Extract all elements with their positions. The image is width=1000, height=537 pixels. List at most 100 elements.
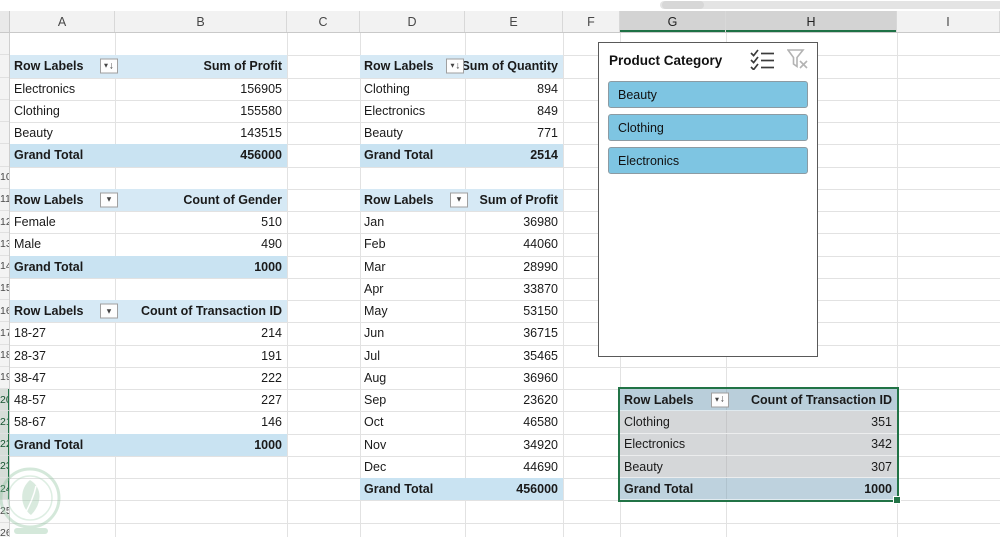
pivot-value-cell[interactable]: 849 — [465, 100, 563, 122]
column-header-D[interactable]: D — [360, 11, 465, 32]
pivot-label-cell[interactable]: Row Labels▾ — [10, 189, 115, 211]
pivot-value-cell[interactable]: 36960 — [465, 367, 563, 389]
sort-descending-filter-button[interactable]: ▾↓ — [711, 392, 729, 407]
pivot-value-cell[interactable]: 191 — [115, 345, 287, 367]
pivot-label-cell[interactable]: Grand Total — [620, 478, 726, 499]
pivot-value-cell[interactable]: Sum of Quantity — [461, 55, 563, 77]
column-header-A[interactable]: A — [10, 11, 115, 32]
pivot-label-cell[interactable]: Clothing — [620, 411, 726, 432]
column-header-G[interactable]: G — [620, 11, 726, 32]
row-header-20[interactable]: 20 — [0, 389, 10, 411]
slicer-item-electronics[interactable]: Electronics — [608, 147, 808, 174]
filter-dropdown-button[interactable]: ▾ — [100, 304, 118, 319]
pivot-value-cell[interactable]: 214 — [115, 322, 287, 344]
filter-dropdown-button[interactable]: ▾ — [450, 192, 468, 207]
row-header-7[interactable] — [0, 100, 10, 122]
pivot-label-cell[interactable]: Grand Total — [360, 144, 465, 166]
pivot-value-cell[interactable]: 36980 — [465, 211, 563, 233]
filter-dropdown-button[interactable]: ▾ — [100, 192, 118, 207]
column-header-I[interactable]: I — [897, 11, 1000, 32]
column-header-E[interactable]: E — [465, 11, 563, 32]
pivot-label-cell[interactable]: Sep — [360, 389, 465, 411]
pivot-label-cell[interactable]: Female — [10, 211, 115, 233]
pivot-label-cell[interactable]: Row Labels▾ — [360, 189, 465, 211]
pivot-label-cell[interactable]: Beauty — [360, 122, 465, 144]
pivot-label-cell[interactable]: 58-67 — [10, 411, 115, 433]
pivot-value-cell[interactable]: 1000 — [115, 256, 287, 278]
row-header-22[interactable]: 22 — [0, 434, 10, 456]
row-header-24[interactable]: 24 — [0, 478, 10, 500]
pivot-label-cell[interactable]: Jul — [360, 345, 465, 367]
pivot-value-cell[interactable]: 490 — [115, 233, 287, 255]
slicer-item-clothing[interactable]: Clothing — [608, 114, 808, 141]
pivot-label-cell[interactable]: May — [360, 300, 465, 322]
pivot-label-cell[interactable]: Jan — [360, 211, 465, 233]
pivot-value-cell[interactable]: Sum of Profit — [115, 55, 287, 77]
pivot-value-cell[interactable]: 307 — [726, 456, 897, 477]
pivot-value-cell[interactable]: 156905 — [115, 78, 287, 100]
pivot-label-cell[interactable]: Grand Total — [360, 478, 465, 500]
row-header-11[interactable]: 11 — [0, 189, 10, 211]
pivot-label-cell[interactable]: Aug — [360, 367, 465, 389]
row-header-16[interactable]: 16 — [0, 300, 10, 322]
pivot-label-cell[interactable]: 18-27 — [10, 322, 115, 344]
pivot-value-cell[interactable]: 23620 — [465, 389, 563, 411]
pivot-label-cell[interactable]: Male — [10, 233, 115, 255]
row-header-13[interactable]: 13 — [0, 233, 10, 255]
pivot-value-cell[interactable]: 143515 — [115, 122, 287, 144]
pivot-label-cell[interactable]: Jun — [360, 322, 465, 344]
pivot-value-cell[interactable]: Sum of Profit — [465, 189, 563, 211]
row-header-10[interactable]: 10 — [0, 167, 10, 189]
pivot-value-cell[interactable]: 35465 — [465, 345, 563, 367]
clear-filter-icon[interactable] — [787, 49, 809, 70]
slicer-item-beauty[interactable]: Beauty — [608, 81, 808, 108]
pivot-label-cell[interactable]: Dec — [360, 456, 465, 478]
pivot-label-cell[interactable]: Electronics — [360, 100, 465, 122]
sort-descending-filter-button[interactable]: ▾↓ — [100, 59, 118, 74]
pivot-value-cell[interactable]: 155580 — [115, 100, 287, 122]
pivot-value-cell[interactable]: 44690 — [465, 456, 563, 478]
pivot-label-cell[interactable]: Beauty — [10, 122, 115, 144]
pivot-value-cell[interactable]: 227 — [115, 389, 287, 411]
pivot-value-cell[interactable]: 44060 — [465, 233, 563, 255]
row-header-26[interactable]: 26 — [0, 523, 10, 537]
pivot-label-cell[interactable]: Row Labels▾↓ — [620, 389, 726, 410]
pivot-value-cell[interactable]: 36715 — [465, 322, 563, 344]
pivot-label-cell[interactable]: Electronics — [10, 78, 115, 100]
pivot-label-cell[interactable]: 38-47 — [10, 367, 115, 389]
pivot-value-cell[interactable]: 342 — [726, 434, 897, 455]
column-header-H[interactable]: H — [726, 11, 897, 32]
pivot-label-cell[interactable]: Grand Total — [10, 256, 115, 278]
pivot-label-cell[interactable]: 48-57 — [10, 389, 115, 411]
pivot-label-cell[interactable]: Mar — [360, 256, 465, 278]
row-header-19[interactable]: 19 — [0, 367, 10, 389]
pivot-value-cell[interactable]: Count of Transaction ID — [726, 389, 897, 410]
sort-descending-filter-button[interactable]: ▾↓ — [446, 59, 464, 74]
pivot-value-cell[interactable]: 894 — [465, 78, 563, 100]
row-header-8[interactable] — [0, 122, 10, 144]
fill-handle[interactable] — [893, 496, 901, 504]
slicer-product-category[interactable]: Product Category BeautyClothingE — [598, 42, 818, 357]
row-header-15[interactable]: 15 — [0, 278, 10, 300]
pivot-label-cell[interactable]: Beauty — [620, 456, 726, 477]
pivot-label-cell[interactable]: Feb — [360, 233, 465, 255]
row-header-5[interactable] — [0, 55, 10, 77]
pivot-value-cell[interactable]: 351 — [726, 411, 897, 432]
pivot-value-cell[interactable]: 46580 — [465, 411, 563, 433]
pivot-value-cell[interactable]: Count of Transaction ID — [115, 300, 287, 322]
multi-select-icon[interactable] — [750, 49, 775, 70]
row-header-25[interactable]: 25 — [0, 500, 10, 522]
pivot-value-cell[interactable]: 28990 — [465, 256, 563, 278]
pivot-value-cell[interactable]: 146 — [115, 411, 287, 433]
pivot-value-cell[interactable]: Count of Gender — [115, 189, 287, 211]
row-header-21[interactable]: 21 — [0, 411, 10, 433]
row-header-17[interactable]: 17 — [0, 322, 10, 344]
pivot-label-cell[interactable]: Clothing — [10, 100, 115, 122]
row-header-4[interactable] — [0, 33, 10, 55]
row-header-18[interactable]: 18 — [0, 345, 10, 367]
pivot-value-cell[interactable]: 33870 — [465, 278, 563, 300]
pivot-label-cell[interactable]: Grand Total — [10, 144, 115, 166]
pivot-label-cell[interactable]: Row Labels▾↓ — [10, 55, 115, 77]
pivot-label-cell[interactable]: Nov — [360, 434, 465, 456]
pivot-label-cell[interactable]: Row Labels▾↓ — [360, 55, 461, 77]
